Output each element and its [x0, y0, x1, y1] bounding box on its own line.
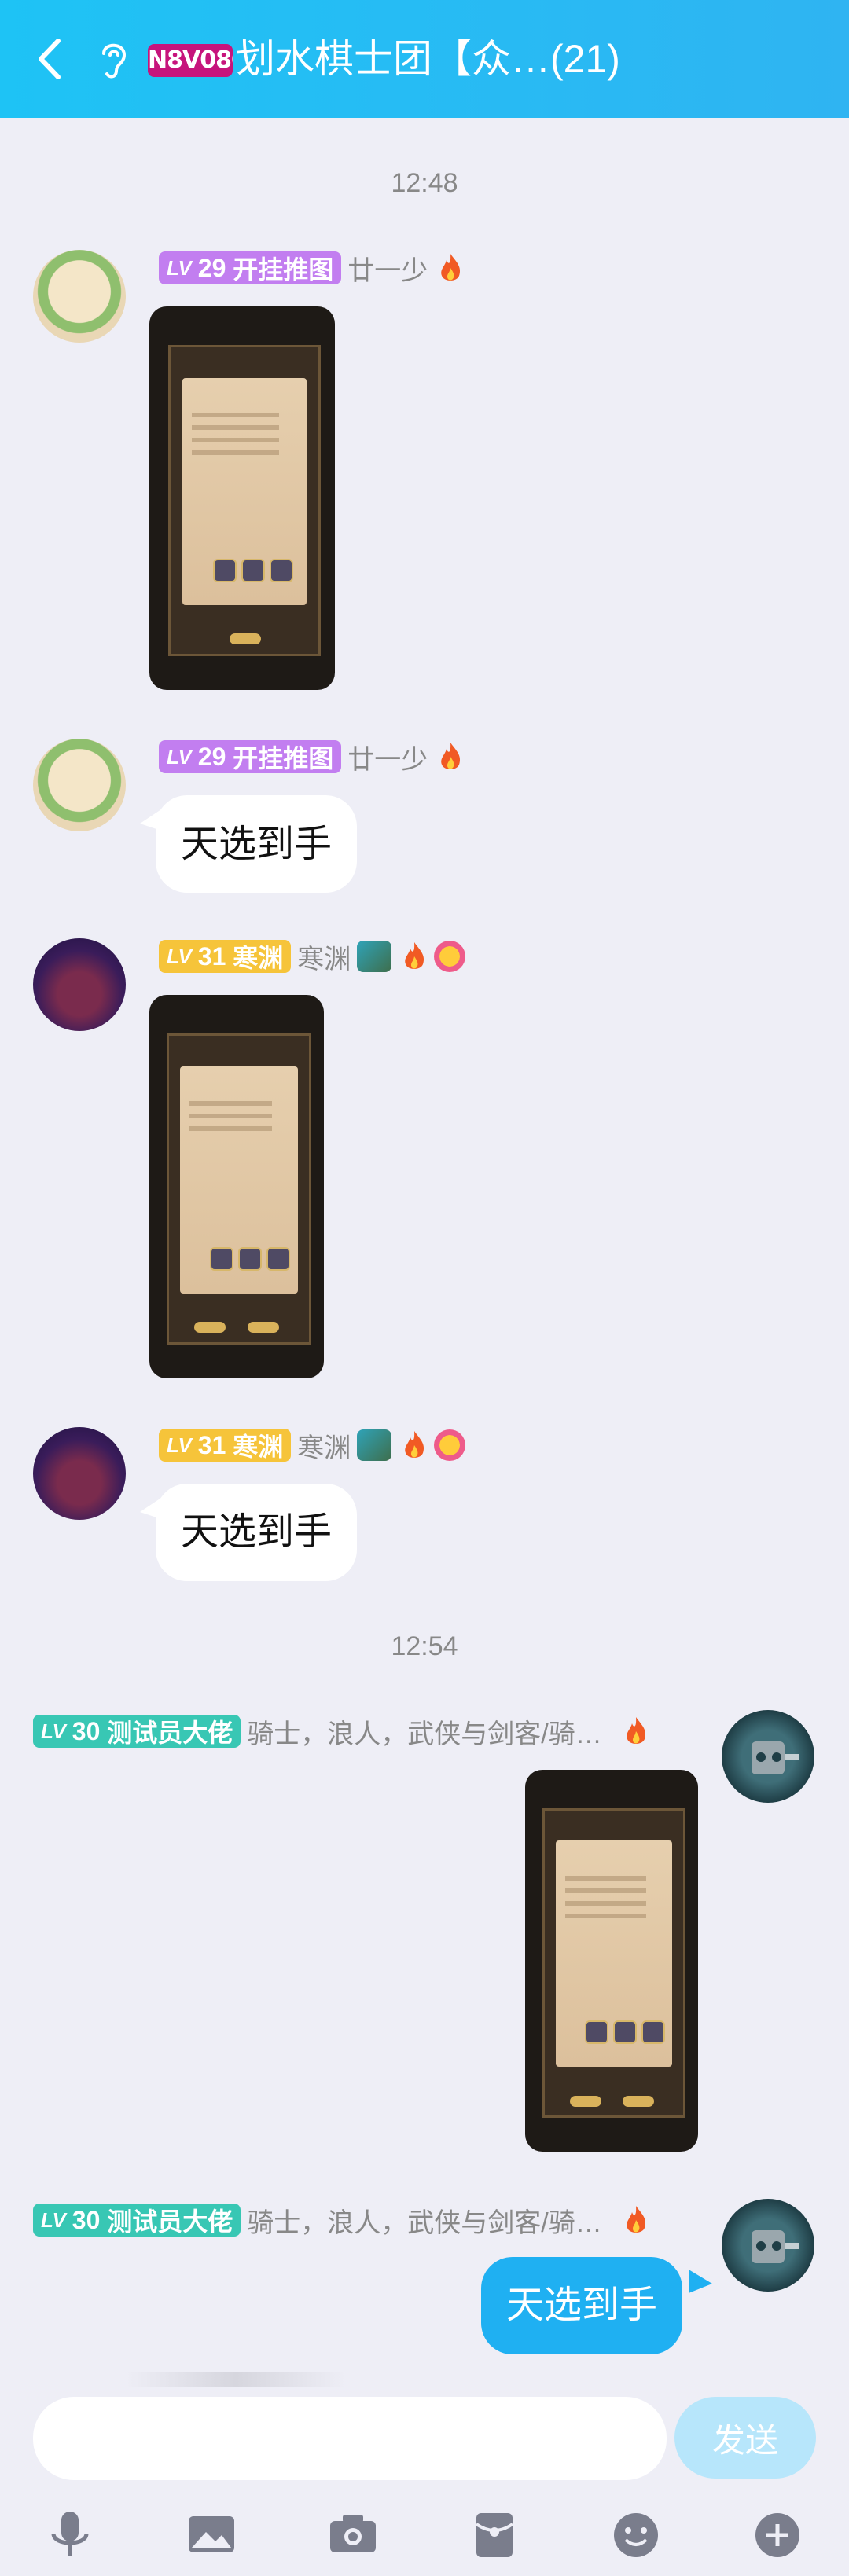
sender-row: LV 31 寒渊 寒渊	[159, 1426, 466, 1465]
red-packet-icon[interactable]	[467, 2507, 522, 2562]
sender-row: LV 30 测试员大佬 骑士，浪人，武侠与剑客/骑…	[33, 2202, 649, 2238]
fire-icon	[441, 254, 461, 281]
fire-icon	[627, 2206, 645, 2233]
message-input[interactable]	[33, 2397, 667, 2480]
image-message[interactable]	[149, 306, 335, 690]
chat-header: N8V080 划水棋士团【众…(21)	[0, 0, 849, 118]
mic-icon[interactable]	[42, 2507, 97, 2562]
back-arrow-icon[interactable]	[31, 35, 71, 83]
sender-nickname[interactable]: 廿一少	[347, 249, 428, 288]
sender-nickname[interactable]: 寒渊	[297, 938, 351, 976]
chat-title[interactable]: 划水棋士团【众…(21)	[236, 35, 620, 83]
plus-icon[interactable]	[750, 2507, 805, 2562]
bubble-tail	[689, 2270, 712, 2293]
level-badge: LV 29 开挂推图	[159, 251, 342, 284]
sender-nickname[interactable]: 廿一少	[347, 738, 428, 776]
flower-badge-icon	[434, 941, 466, 972]
group-logo: N8V080	[148, 44, 233, 77]
dragon-badge-icon	[357, 941, 392, 972]
level-badge: LV 29 开挂推图	[159, 740, 342, 773]
text-message[interactable]: 天选到手	[481, 2257, 683, 2354]
emoji-icon[interactable]	[608, 2507, 663, 2562]
sender-row: LV 29 开挂推图 廿一少	[159, 250, 464, 286]
dragon-badge-icon	[357, 1429, 392, 1461]
sender-nickname[interactable]: 寒渊	[297, 1426, 351, 1465]
listen-mode-icon[interactable]	[94, 38, 130, 82]
robot-icon	[752, 2230, 799, 2263]
level-badge: LV 30 测试员大佬	[33, 2204, 241, 2237]
send-button[interactable]: 发送	[674, 2397, 816, 2479]
level-badge: LV 31 寒渊	[159, 940, 292, 973]
sender-nickname[interactable]: 骑士，浪人，武侠与剑客/骑…	[247, 1712, 601, 1751]
avatar[interactable]	[33, 938, 126, 1031]
fire-icon	[441, 743, 461, 769]
camera-icon[interactable]	[325, 2507, 380, 2562]
fire-icon	[405, 942, 424, 969]
flower-badge-icon	[434, 1429, 466, 1461]
avatar[interactable]	[722, 2199, 814, 2292]
fire-icon	[627, 1717, 645, 1744]
text-message[interactable]: 天选到手	[156, 795, 358, 893]
sender-nickname[interactable]: 骑士，浪人，武侠与剑客/骑…	[247, 2201, 601, 2240]
level-badge: LV 30 测试员大佬	[33, 1715, 241, 1748]
avatar[interactable]	[33, 1427, 126, 1520]
sender-row: LV 31 寒渊 寒渊	[159, 938, 466, 976]
timestamp: 12:48	[391, 168, 458, 198]
composer-bar: 发送	[0, 2380, 849, 2576]
image-icon[interactable]	[184, 2507, 239, 2562]
image-message[interactable]	[149, 995, 324, 1378]
avatar[interactable]	[33, 739, 126, 831]
fire-icon	[405, 1431, 424, 1458]
robot-icon	[752, 1741, 799, 1774]
level-badge: LV 31 寒渊	[159, 1429, 292, 1462]
avatar[interactable]	[33, 250, 126, 343]
timestamp: 12:54	[391, 1631, 458, 1661]
text-message[interactable]: 天选到手	[156, 1484, 358, 1581]
image-message[interactable]	[525, 1770, 698, 2152]
avatar[interactable]	[722, 1710, 814, 1803]
sender-row: LV 30 测试员大佬 骑士，浪人，武侠与剑客/骑…	[33, 1713, 649, 1749]
sender-row: LV 29 开挂推图 廿一少	[159, 739, 464, 775]
